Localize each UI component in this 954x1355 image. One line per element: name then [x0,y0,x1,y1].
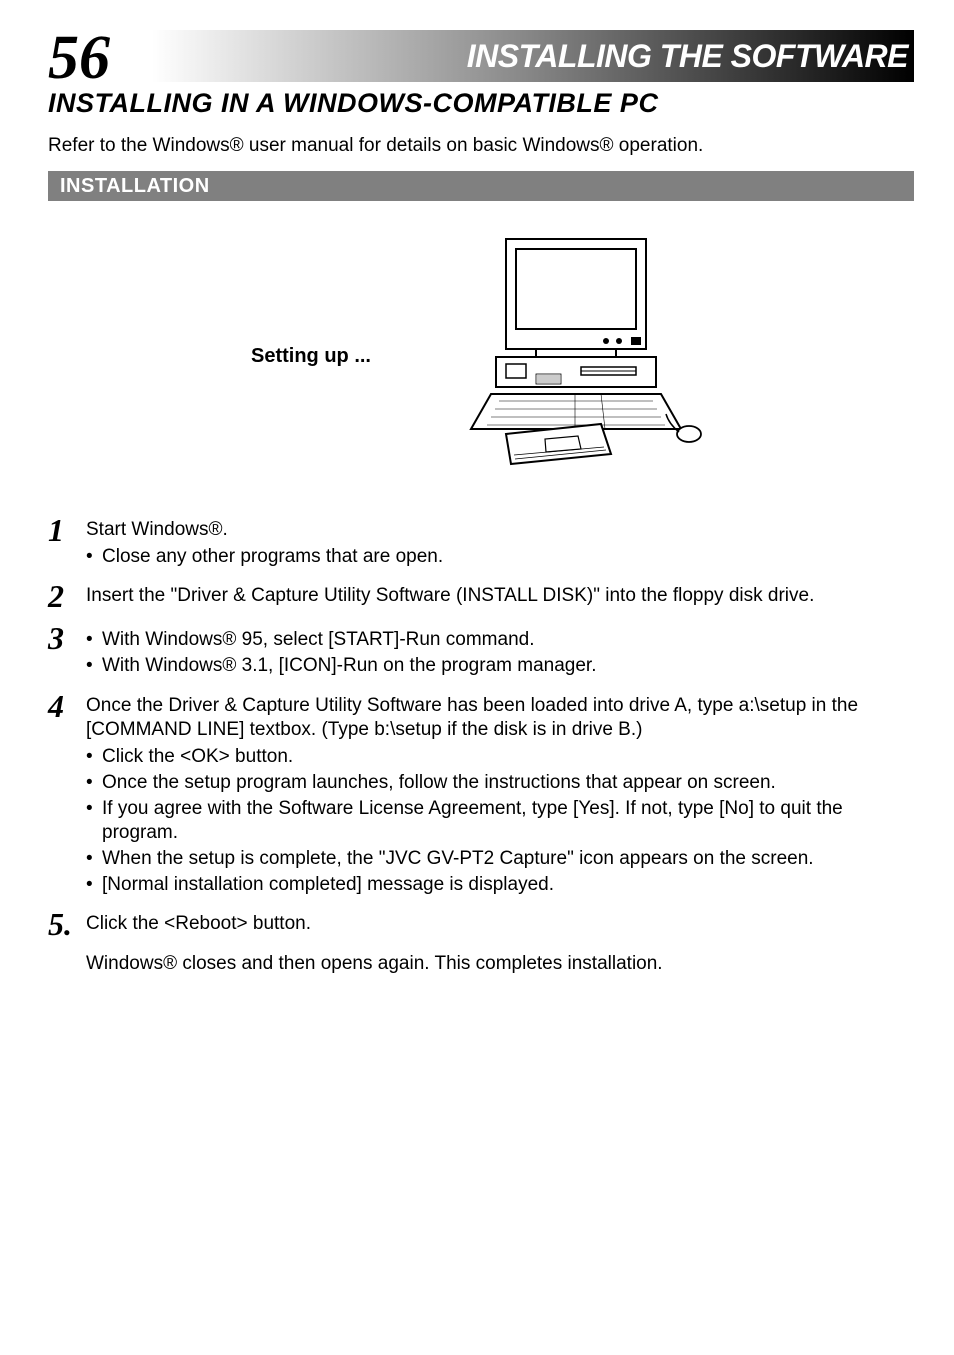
figure-row: Setting up ... [48,229,914,484]
step-number: 2 [48,580,86,612]
manual-page: 56 INSTALLING THE SOFTWARE INSTALLING IN… [0,0,954,1017]
steps-list: 1 Start Windows®. Close any other progra… [48,514,914,940]
closing-text: Windows® closes and then opens again. Th… [86,952,914,977]
step-number: 3 [48,622,86,654]
section-title: INSTALLING IN A WINDOWS-COMPATIBLE PC [48,88,914,119]
step-3: 3 With Windows® 95, select [START]-Run c… [48,622,914,679]
step-1: 1 Start Windows®. Close any other progra… [48,514,914,570]
step-bullet: If you agree with the Software License A… [86,797,914,846]
step-lead: Click the <Reboot> button. [86,912,311,937]
step-bullet: With Windows® 95, select [START]-Run com… [86,628,596,653]
step-bullet: Close any other programs that are open. [86,545,443,570]
step-2: 2 Insert the "Driver & Capture Utility S… [48,580,914,612]
step-bullet: Once the setup program launches, follow … [86,771,914,796]
page-header: 56 INSTALLING THE SOFTWARE [48,30,914,82]
step-number: 4 [48,690,86,722]
step-bullet: [Normal installation completed] message … [86,873,914,898]
computer-illustration [451,229,711,484]
step-lead: Start Windows®. [86,518,443,543]
figure-caption: Setting up ... [251,345,371,368]
step-lead: Once the Driver & Capture Utility Softwa… [86,694,914,743]
step-bullet: When the setup is complete, the "JVC GV-… [86,847,914,872]
step-bullet: With Windows® 3.1, [ICON]-Run on the pro… [86,654,596,679]
intro-text: Refer to the Windows® user manual for de… [48,135,914,157]
page-number: 56 [48,27,110,89]
step-4: 4 Once the Driver & Capture Utility Soft… [48,690,914,899]
computer-icon [451,229,711,479]
step-number: 1 [48,514,86,546]
step-5: 5. Click the <Reboot> button. [48,908,914,940]
subsection-heading: INSTALLATION [48,171,914,201]
step-number: 5. [48,908,86,940]
step-lead: Insert the "Driver & Capture Utility Sof… [86,584,814,609]
chapter-title: INSTALLING THE SOFTWARE [467,38,914,75]
step-bullet: Click the <OK> button. [86,745,914,770]
